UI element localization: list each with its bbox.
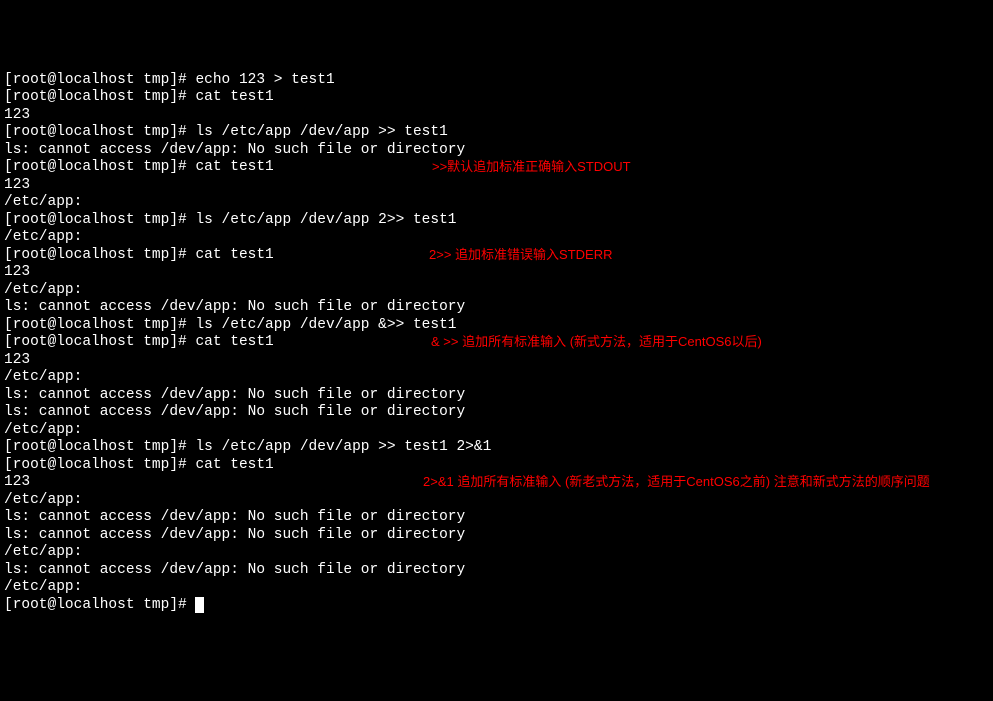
command-text: echo 123 > test1 (195, 72, 334, 88)
command-text: ls /etc/app /dev/app 2>> test1 (195, 212, 456, 228)
output-line: /etc/app: (4, 544, 989, 562)
shell-prompt: [root@localhost tmp]# (4, 597, 187, 613)
shell-prompt: [root@localhost tmp]# (4, 159, 187, 175)
command-text: cat test1 (195, 457, 273, 473)
shell-prompt: [root@localhost tmp]# (4, 247, 187, 263)
output-text: ls: cannot access /dev/app: No such file… (4, 509, 465, 525)
output-text: 123 (4, 177, 30, 193)
output-line: ls: cannot access /dev/app: No such file… (4, 509, 989, 527)
command-text: cat test1 (195, 247, 273, 263)
command-line: [root@localhost tmp]# ls /etc/app /dev/a… (4, 439, 989, 457)
shell-prompt: [root@localhost tmp]# (4, 89, 187, 105)
output-text: /etc/app: (4, 282, 82, 298)
output-line: /etc/app: (4, 422, 989, 440)
output-line: ls: cannot access /dev/app: No such file… (4, 299, 989, 317)
output-line: 123 (4, 107, 989, 125)
command-text: cat test1 (195, 334, 273, 350)
shell-prompt: [root@localhost tmp]# (4, 124, 187, 140)
terminal-output[interactable]: [root@localhost tmp]# echo 123 > test1[r… (4, 72, 989, 615)
output-text: /etc/app: (4, 544, 82, 560)
command-line: [root@localhost tmp]# cat test1 (4, 457, 989, 475)
shell-prompt: [root@localhost tmp]# (4, 317, 187, 333)
output-text: ls: cannot access /dev/app: No such file… (4, 299, 465, 315)
cursor-icon (195, 597, 204, 613)
output-text: 123 (4, 352, 30, 368)
output-line: /etc/app: (4, 194, 989, 212)
output-text: 123 (4, 264, 30, 280)
output-line: ls: cannot access /dev/app: No such file… (4, 142, 989, 160)
output-text: 123 (4, 107, 30, 123)
output-line: /etc/app: (4, 229, 989, 247)
shell-prompt: [root@localhost tmp]# (4, 457, 187, 473)
output-text: ls: cannot access /dev/app: No such file… (4, 387, 465, 403)
shell-prompt: [root@localhost tmp]# (4, 212, 187, 228)
annotation-text: >>默认追加标准正确输入STDOUT (432, 159, 631, 175)
command-line: [root@localhost tmp]# cat test1 >>默认追加标准正… (4, 159, 989, 177)
output-text: ls: cannot access /dev/app: No such file… (4, 142, 465, 158)
output-line: ls: cannot access /dev/app: No such file… (4, 404, 989, 422)
output-line: 123 (4, 352, 989, 370)
command-line: [root@localhost tmp]# ls /etc/app /dev/a… (4, 124, 989, 142)
shell-prompt: [root@localhost tmp]# (4, 334, 187, 350)
command-text: ls /etc/app /dev/app >> test1 2>&1 (195, 439, 491, 455)
output-text: ls: cannot access /dev/app: No such file… (4, 527, 465, 543)
output-text: /etc/app: (4, 579, 82, 595)
shell-prompt: [root@localhost tmp]# (4, 439, 187, 455)
output-text: /etc/app: (4, 369, 82, 385)
command-line: [root@localhost tmp]# ls /etc/app /dev/a… (4, 212, 989, 230)
output-text: ls: cannot access /dev/app: No such file… (4, 404, 465, 420)
annotation-text: & >> 追加所有标准输入 (新式方法，适用于CentOS6以后) (431, 334, 762, 350)
output-line: 123 2>&1 追加所有标准输入 (新老式方法，适用于CentOS6之前) 注意… (4, 474, 989, 492)
output-text: /etc/app: (4, 492, 82, 508)
command-text: ls /etc/app /dev/app &>> test1 (195, 317, 456, 333)
output-text: /etc/app: (4, 229, 82, 245)
command-text: ls /etc/app /dev/app >> test1 (195, 124, 447, 140)
output-text: /etc/app: (4, 422, 82, 438)
output-line: 123 (4, 264, 989, 282)
output-line: 123 (4, 177, 989, 195)
command-line: [root@localhost tmp]# cat test1 & >> 追加所有… (4, 334, 989, 352)
command-line: [root@localhost tmp]# cat test1 (4, 89, 989, 107)
output-line: /etc/app: (4, 282, 989, 300)
output-line: /etc/app: (4, 369, 989, 387)
annotation-text: 2>&1 追加所有标准输入 (新老式方法，适用于CentOS6之前) 注意和新式… (423, 474, 930, 490)
annotation-text: 2>> 追加标准错误输入STDERR (429, 247, 612, 263)
command-line: [root@localhost tmp]# cat test1 2>> 追加标准错… (4, 247, 989, 265)
output-text: 123 (4, 474, 30, 490)
command-line: [root@localhost tmp]# echo 123 > test1 (4, 72, 989, 90)
output-line: /etc/app: (4, 492, 989, 510)
output-line: ls: cannot access /dev/app: No such file… (4, 387, 989, 405)
output-text: /etc/app: (4, 194, 82, 210)
shell-prompt: [root@localhost tmp]# (4, 72, 187, 88)
output-line: ls: cannot access /dev/app: No such file… (4, 562, 989, 580)
command-text: cat test1 (195, 159, 273, 175)
command-line: [root@localhost tmp]# (4, 597, 989, 615)
output-line: /etc/app: (4, 579, 989, 597)
output-line: ls: cannot access /dev/app: No such file… (4, 527, 989, 545)
output-text: ls: cannot access /dev/app: No such file… (4, 562, 465, 578)
command-line: [root@localhost tmp]# ls /etc/app /dev/a… (4, 317, 989, 335)
command-text: cat test1 (195, 89, 273, 105)
